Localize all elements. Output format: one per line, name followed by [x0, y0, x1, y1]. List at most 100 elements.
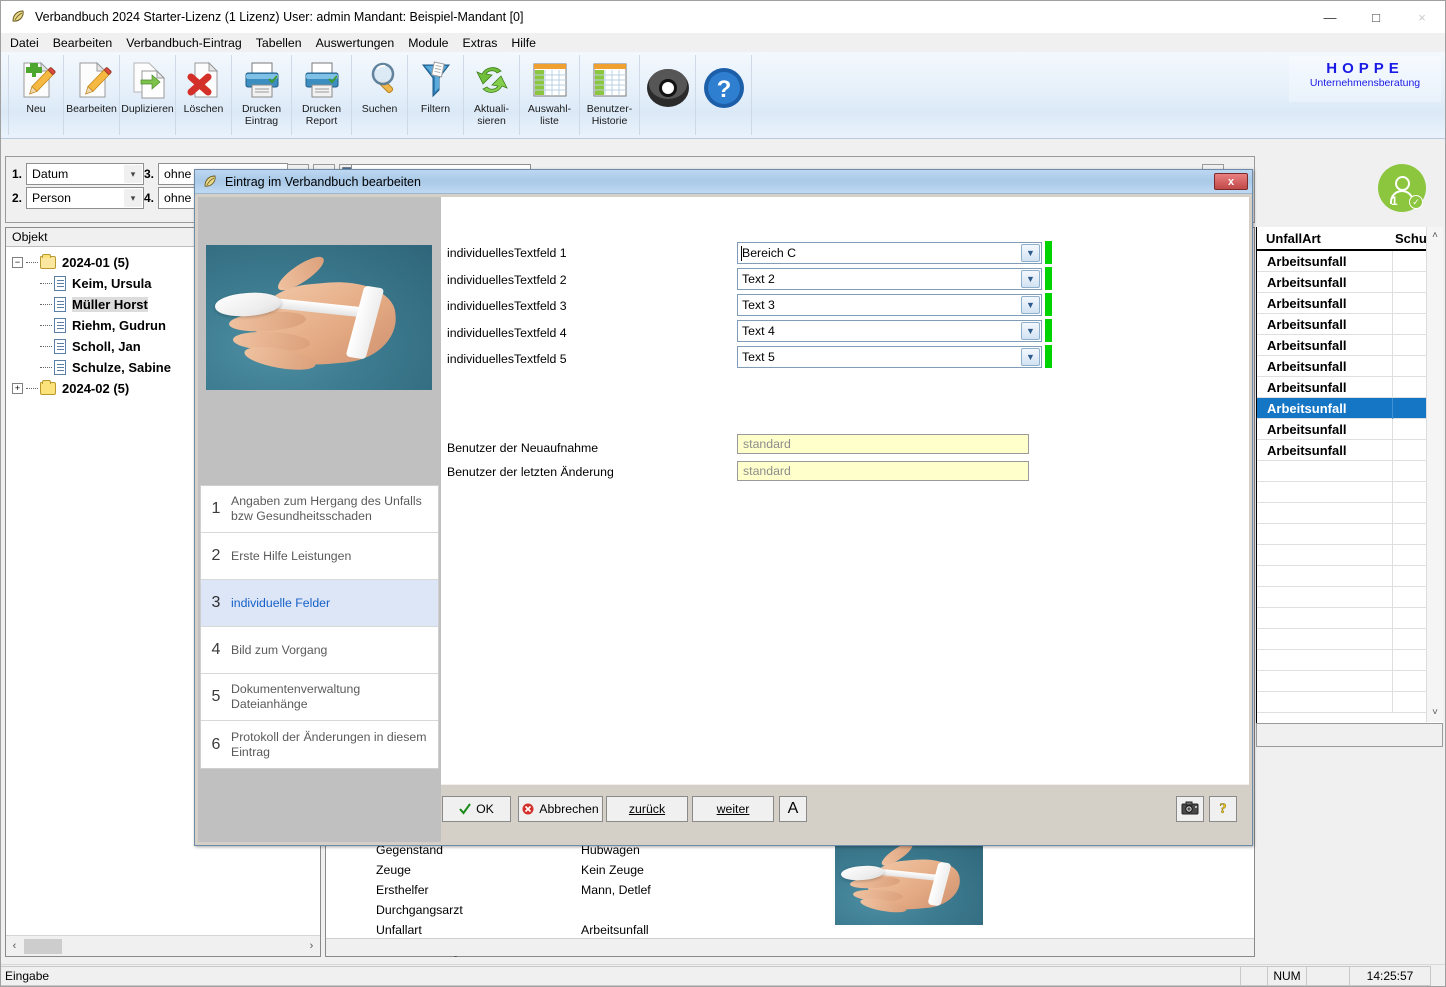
chevron-down-icon[interactable]: ▼: [1021, 244, 1040, 262]
refresh-green-arrows-icon: [471, 59, 513, 101]
chevron-down-icon[interactable]: ▼: [1021, 322, 1040, 340]
toolbar-label: Benutzer- Historie: [581, 104, 639, 127]
wizard-step-5[interactable]: 5 Dokumentenverwaltung Dateianhänge: [201, 674, 438, 721]
table-row[interactable]: [1257, 461, 1443, 482]
combo-individuelles-textfeld-4[interactable]: Text 4 ▼: [737, 320, 1042, 342]
toolbar-button-auswahlliste[interactable]: Auswahl- liste: [520, 55, 580, 135]
maximize-button[interactable]: □: [1353, 1, 1399, 33]
delete-red-x-icon: [183, 59, 225, 101]
back-button[interactable]: zurück: [606, 796, 688, 822]
chevron-down-icon[interactable]: ▼: [1021, 270, 1040, 288]
form-input-row-5: Text 5 ▼: [737, 345, 1052, 368]
table-row[interactable]: [1257, 482, 1443, 503]
table-row[interactable]: Arbeitsunfall: [1257, 377, 1443, 398]
combo-individuelles-textfeld-1[interactable]: Bereich C ▼: [737, 242, 1042, 264]
chevron-down-icon[interactable]: ▼: [1021, 348, 1040, 366]
expand-icon[interactable]: +: [12, 383, 23, 394]
scrollbar-thumb[interactable]: [24, 939, 62, 954]
table-row[interactable]: [1257, 566, 1443, 587]
table-vertical-scrollbar[interactable]: ˄ ˅: [1426, 227, 1443, 722]
scroll-right-icon[interactable]: ›: [303, 937, 320, 956]
chevron-down-icon[interactable]: ▾: [124, 165, 142, 183]
table-row[interactable]: Arbeitsunfall: [1257, 440, 1443, 461]
menu-item-datei[interactable]: Datei: [10, 36, 39, 50]
wizard-step-1[interactable]: 1 Angaben zum Hergang des Unfalls bzw Ge…: [201, 486, 438, 533]
table-row[interactable]: [1257, 629, 1443, 650]
menu-item-bearbeiten[interactable]: Bearbeiten: [53, 36, 112, 50]
tree-connector: [40, 346, 52, 347]
table-row[interactable]: [1257, 524, 1443, 545]
wizard-step-list: 1 Angaben zum Hergang des Unfalls bzw Ge…: [200, 485, 439, 769]
menu-item-module[interactable]: Module: [408, 36, 448, 50]
table-row[interactable]: Arbeitsunfall: [1257, 398, 1443, 419]
table-row[interactable]: Arbeitsunfall: [1257, 335, 1443, 356]
table-row[interactable]: [1257, 608, 1443, 629]
toolbar-button-camera[interactable]: [640, 55, 696, 135]
step-label: Protokoll der Änderungen in diesem Eintr…: [231, 730, 438, 760]
column-header-unfallart[interactable]: UnfallArt: [1257, 231, 1392, 246]
table-row[interactable]: Arbeitsunfall: [1257, 356, 1443, 377]
check-icon: ✓: [1409, 195, 1423, 209]
tree-horizontal-scrollbar[interactable]: ‹ ›: [6, 935, 320, 956]
tree-node-label: Schulze, Sabine: [72, 360, 171, 375]
toolbar-button-drucken-report[interactable]: Drucken Report: [292, 55, 352, 135]
table-row[interactable]: Arbeitsunfall: [1257, 419, 1443, 440]
wizard-step-4[interactable]: 4 Bild zum Vorgang: [201, 627, 438, 674]
menu-item-auswertungen[interactable]: Auswertungen: [316, 36, 395, 50]
scroll-down-icon[interactable]: ˅: [1427, 704, 1443, 721]
combo-individuelles-textfeld-3[interactable]: Text 3 ▼: [737, 294, 1042, 316]
table-row[interactable]: Arbeitsunfall: [1257, 293, 1443, 314]
filter-number: 3.: [144, 167, 154, 181]
table-row[interactable]: [1257, 587, 1443, 608]
combo-individuelles-textfeld-5[interactable]: Text 5 ▼: [737, 346, 1042, 368]
table-row[interactable]: [1257, 692, 1443, 713]
wizard-step-2[interactable]: 2 Erste Hilfe Leistungen: [201, 533, 438, 580]
table-row[interactable]: [1257, 503, 1443, 524]
toolbar-button-filtern[interactable]: Filtern: [408, 55, 464, 135]
scroll-up-icon[interactable]: ˄: [1427, 227, 1443, 244]
table-row[interactable]: [1257, 545, 1443, 566]
footer-help-button[interactable]: ?: [1209, 796, 1237, 822]
close-button[interactable]: ×: [1399, 1, 1445, 33]
minimize-button[interactable]: —: [1307, 1, 1353, 33]
toolbar-button-duplizieren[interactable]: Duplizieren: [120, 55, 176, 135]
table-history-icon: [589, 59, 631, 101]
table-row[interactable]: [1257, 671, 1443, 692]
step-number: 5: [201, 688, 231, 706]
cancel-button[interactable]: Abbrechen: [518, 796, 603, 822]
table-row[interactable]: Arbeitsunfall: [1257, 314, 1443, 335]
ok-button[interactable]: OK: [442, 796, 511, 822]
filter-select-datum[interactable]: Datum ▾: [26, 163, 144, 185]
table-row[interactable]: Arbeitsunfall: [1257, 251, 1443, 272]
table-row[interactable]: Arbeitsunfall: [1257, 272, 1443, 293]
toolbar-button-aktualisieren[interactable]: Aktuali- sieren: [464, 55, 520, 135]
filter-select-person[interactable]: Person ▾: [26, 187, 144, 209]
dialog-close-button[interactable]: x: [1214, 173, 1248, 190]
tree-connector: [26, 388, 38, 389]
toolbar-button-help[interactable]: ?: [696, 55, 752, 135]
toolbar-button-loeschen[interactable]: Löschen: [176, 55, 232, 135]
chevron-down-icon[interactable]: ▼: [1021, 296, 1040, 314]
toolbar-button-suchen[interactable]: Suchen: [352, 55, 408, 135]
scroll-left-icon[interactable]: ‹: [6, 937, 23, 956]
combo-individuelles-textfeld-2[interactable]: Text 2 ▼: [737, 268, 1042, 290]
menu-item-tabellen[interactable]: Tabellen: [256, 36, 302, 50]
menu-item-extras[interactable]: Extras: [463, 36, 498, 50]
next-button[interactable]: weiter: [692, 796, 774, 822]
table-row[interactable]: [1257, 650, 1443, 671]
toolbar-button-benutzer-historie[interactable]: Benutzer- Historie: [580, 55, 640, 135]
wizard-step-6[interactable]: 6 Protokoll der Änderungen in diesem Ein…: [201, 721, 438, 768]
toolbar-button-neu[interactable]: Neu: [8, 55, 64, 135]
menu-item-hilfe[interactable]: Hilfe: [511, 36, 536, 50]
toolbar-button-bearbeiten[interactable]: Bearbeiten: [64, 55, 120, 135]
form-label-row-1: individuellesTextfeld 1: [447, 246, 567, 260]
menu-item-verbandbuch-eintrag[interactable]: Verbandbuch-Eintrag: [126, 36, 242, 50]
wizard-step-3[interactable]: 3 individuelle Felder: [201, 580, 438, 627]
font-button[interactable]: A: [779, 796, 807, 822]
chevron-down-icon[interactable]: ▾: [124, 189, 142, 207]
footer-camera-button[interactable]: [1176, 796, 1204, 822]
step-label: individuelle Felder: [231, 596, 336, 611]
window-title: Verbandbuch 2024 Starter-Lizenz (1 Lizen…: [35, 10, 523, 24]
collapse-icon[interactable]: −: [12, 257, 23, 268]
toolbar-button-drucken-eintrag[interactable]: Drucken Eintrag: [232, 55, 292, 135]
